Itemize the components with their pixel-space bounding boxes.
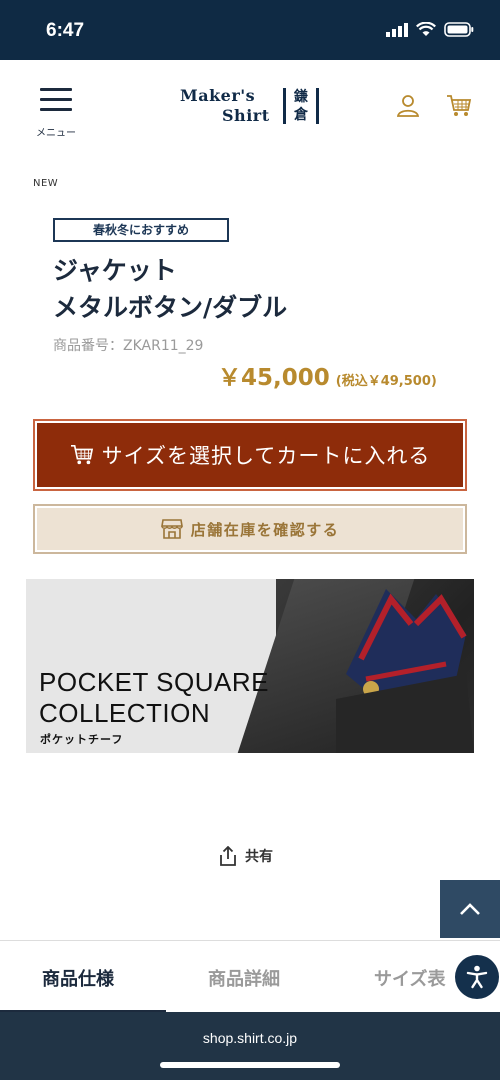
product-title: ジャケット メタルボタン/ダブル: [53, 252, 287, 326]
share-label: 共有: [245, 849, 273, 865]
tab-specs[interactable]: 商品仕様: [42, 965, 114, 991]
add-to-cart-button[interactable]: サイズを選択してカートに入れる: [33, 419, 467, 491]
product-title-line2: メタルボタン/ダブル: [53, 293, 288, 322]
battery-icon: [444, 22, 474, 37]
cart-icon: [70, 445, 93, 465]
menu-label: メニュー: [36, 128, 76, 139]
home-indicator[interactable]: [160, 1062, 340, 1068]
share-icon: [220, 846, 236, 866]
store-icon: [160, 519, 183, 539]
pocket-square-banner[interactable]: POCKET SQUARE COLLECTION ポケットチーフ: [26, 579, 474, 753]
accessibility-button[interactable]: [455, 955, 499, 999]
status-bar: 6:47: [0, 0, 500, 60]
logo-kanji: 鎌 倉: [283, 88, 319, 124]
signal-icon: [386, 22, 408, 37]
menu-button[interactable]: メニュー: [34, 88, 82, 139]
logo-line1: Maker's: [180, 86, 256, 105]
product-tabs: 商品仕様 商品詳細 サイズ表: [0, 940, 500, 1012]
cart-button[interactable]: [446, 94, 472, 122]
cart-icon: [447, 95, 472, 116]
tab-size-chart[interactable]: サイズ表: [374, 965, 445, 991]
banner-headline-line1: POCKET SQUARE: [39, 667, 269, 697]
price-value: ￥45,000: [218, 365, 330, 391]
wifi-icon: [416, 22, 436, 36]
logo-kanji1: 鎌: [294, 89, 308, 105]
logo-kanji2: 倉: [294, 107, 308, 123]
chevron-up-icon: [460, 903, 480, 915]
store-stock-button[interactable]: 店舗在庫を確認する: [33, 504, 467, 554]
account-button[interactable]: [396, 94, 420, 122]
status-icons: [386, 22, 474, 37]
add-to-cart-label: サイズを選択してカートに入れる: [101, 444, 431, 468]
product-title-line1: ジャケット: [53, 256, 177, 285]
tab-details[interactable]: 商品詳細: [208, 965, 280, 991]
banner-headline-line2: COLLECTION: [39, 698, 211, 728]
banner-subtitle: ポケットチーフ: [40, 733, 124, 746]
product-price: ￥45,000 (税込￥49,500): [218, 358, 437, 392]
browser-bottom-bar: shop.shirt.co.jp: [0, 1012, 500, 1080]
banner-headline: POCKET SQUARE COLLECTION: [39, 667, 269, 729]
menu-icon: [34, 88, 82, 111]
share-button[interactable]: 共有: [219, 846, 273, 866]
site-logo[interactable]: Maker's Shirt 鎌 倉: [180, 86, 325, 130]
logo-line2: Shirt: [222, 106, 270, 125]
user-icon: [396, 95, 420, 117]
price-tax: (税込￥49,500): [335, 374, 437, 389]
scroll-top-button[interactable]: [440, 880, 500, 938]
product-code: 商品番号：ZKAR11_29: [53, 338, 204, 354]
status-time: 6:47: [46, 20, 85, 41]
browser-url[interactable]: shop.shirt.co.jp: [0, 1030, 500, 1046]
season-badge: 春秋冬におすすめ: [53, 218, 229, 242]
pocket-square-image: [336, 589, 474, 753]
store-stock-label: 店舗在庫を確認する: [190, 520, 340, 539]
new-tag: NEW: [33, 178, 59, 189]
accessibility-icon: [466, 965, 488, 989]
site-header: メニュー Maker's Shirt 鎌 倉: [0, 60, 500, 150]
